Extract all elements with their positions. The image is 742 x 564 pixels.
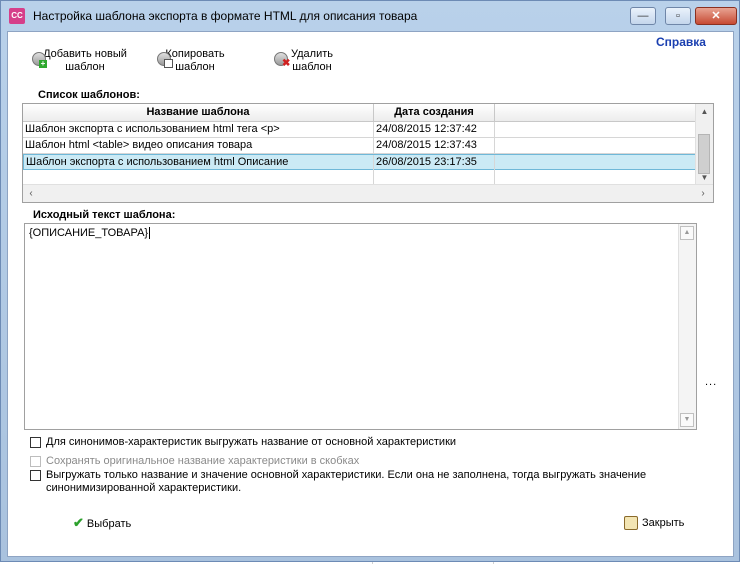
title-bar[interactable]: CC Настройка шаблона экспорта в формате … [1,1,739,31]
close-window-button[interactable]: ✕ [695,7,737,25]
table-header: Название шаблона Дата создания [23,104,697,122]
scroll-right-icon[interactable]: › [695,185,711,202]
synonyms-checkbox-label: Для синонимов-характеристик выгружать на… [46,436,457,448]
checkbox-box[interactable] [30,470,41,481]
close-button[interactable]: Закрыть [624,515,684,531]
scroll-up-icon[interactable]: ▲ [696,104,713,120]
source-text-value: {ОПИСАНИЕ_ТОВАРА} [29,227,149,239]
column-header-name[interactable]: Название шаблона [23,104,374,121]
exit-icon [624,516,638,531]
minimize-button[interactable]: — [630,7,656,25]
row-name-cell: Шаблон экспорта с использованием html Оп… [24,155,374,170]
table-row[interactable]: Шаблон экспорта с использованием html те… [23,122,697,138]
source-section-label: Исходный текст шаблона: [33,209,176,221]
synonyms-checkbox[interactable]: Для синонимов-характеристик выгружать на… [30,436,456,449]
select-button[interactable]: ✔ Выбрать [73,515,131,532]
app-icon: CC [9,8,25,24]
text-caret [149,227,151,240]
scroll-left-icon[interactable]: ‹ [23,185,39,202]
row-name-cell: Шаблон html <table> видео описания товар… [23,138,374,153]
maximize-button[interactable]: ▫ [665,7,691,25]
table-row[interactable]: Шаблон html <table> видео описания товар… [23,138,697,154]
row-date-cell: 24/08/2015 12:37:43 [374,138,495,153]
table-horizontal-scrollbar[interactable]: ‹ › [23,184,713,202]
close-button-label: Закрыть [642,517,685,529]
main-only-checkbox-label-line2: синонимизированной характеристики. [46,482,242,494]
template-source-text[interactable]: {ОПИСАНИЕ_ТОВАРА} [29,227,151,240]
add-template-icon: + [32,52,47,68]
keep-original-checkbox: Сохранять оригинальное название характер… [30,455,359,468]
delete-template-button[interactable]: ✖ Удалить шаблон [272,48,352,74]
template-source-editor[interactable]: {ОПИСАНИЕ_ТОВАРА} ▲ ▼ [24,223,697,430]
copy-template-button[interactable]: Копировать шаблон [155,48,235,74]
checkbox-box[interactable] [30,437,41,448]
templates-table[interactable]: Название шаблона Дата создания Шаблон эк… [22,103,714,203]
keep-original-checkbox-label: Сохранять оригинальное название характер… [46,455,360,467]
main-only-checkbox[interactable]: Выгружать только название и значение осн… [30,469,646,495]
table-row-selected[interactable]: Шаблон экспорта с использованием html Оп… [23,154,697,170]
row-date-cell: 26/08/2015 23:17:35 [374,155,495,170]
scroll-up-icon[interactable]: ▲ [680,226,694,240]
window-title: Настройка шаблона экспорта в формате HTM… [33,9,418,23]
table-vertical-scrollbar[interactable]: ▲ ▼ [695,104,713,186]
select-button-label: Выбрать [86,518,132,530]
checkbox-box [30,456,41,467]
help-link[interactable]: Справка [656,35,706,49]
scroll-thumb[interactable] [698,134,710,174]
editor-vertical-scrollbar[interactable]: ▲ ▼ [678,224,696,429]
row-name-cell: Шаблон экспорта с использованием html те… [23,122,374,137]
table-row-empty [23,170,697,185]
add-template-button[interactable]: + Добавить новый шаблон [30,48,140,74]
checkmark-icon: ✔ [73,515,84,530]
scroll-down-icon[interactable]: ▼ [680,413,694,427]
ellipsis-button[interactable]: ... [705,376,717,388]
column-header-date[interactable]: Дата создания [374,104,495,121]
delete-template-icon: ✖ [274,52,290,69]
main-only-checkbox-label-line1: Выгружать только название и значение осн… [46,469,647,481]
templates-section-label: Список шаблонов: [38,89,140,101]
copy-template-icon [157,52,173,68]
row-date-cell: 24/08/2015 12:37:42 [374,122,495,137]
